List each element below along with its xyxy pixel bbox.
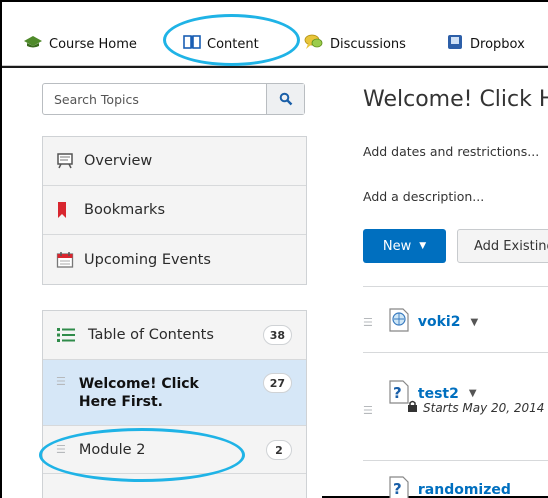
quick-links: Overview Bookmarks Upcoming Events: [42, 136, 307, 285]
search-icon: [279, 92, 292, 106]
course-navbar: Course Home Content Discussions Dropbox: [2, 2, 548, 66]
search-button[interactable]: [266, 84, 304, 114]
content-item-voki2[interactable]: ☰ voki2 ▼: [363, 308, 478, 336]
toc-module-next[interactable]: [43, 474, 306, 498]
bookmark-icon: [56, 201, 84, 219]
caret-down-icon: ▼: [419, 241, 427, 251]
content-item-title[interactable]: randomized: [418, 482, 511, 498]
divider: [363, 286, 548, 287]
page-title: Welcome! Click Here First.: [363, 87, 548, 112]
nav-label: Content: [207, 36, 259, 52]
count-badge: 38: [262, 325, 292, 345]
new-button[interactable]: New ▼: [363, 229, 446, 263]
toc-header[interactable]: Table of Contents 38: [43, 311, 306, 360]
lock-icon: [407, 400, 418, 415]
caret-down-icon[interactable]: ▼: [470, 317, 478, 328]
svg-text:?: ?: [393, 384, 402, 402]
divider: [363, 460, 548, 461]
discussions-icon: [304, 33, 324, 55]
drag-handle-icon[interactable]: ☰: [363, 316, 373, 329]
count-badge: 27: [262, 373, 292, 393]
svg-text:?: ?: [393, 480, 402, 498]
toc-module-2[interactable]: ☰ Module 2 2: [43, 426, 306, 474]
toc-sidebar: Overview Bookmarks Upcoming Events Table…: [2, 68, 322, 498]
toc-header-label: Table of Contents: [88, 327, 214, 343]
new-button-label: New: [382, 238, 412, 254]
content-item-title[interactable]: voki2: [418, 314, 461, 330]
calendar-icon: [56, 251, 84, 269]
sidebar-item-upcoming-events[interactable]: Upcoming Events: [43, 235, 306, 284]
table-of-contents: Table of Contents 38 ☰ Welcome! Click He…: [42, 310, 307, 498]
toc-module-welcome[interactable]: ☰ Welcome! Click Here First. 27: [43, 360, 306, 426]
nav-discussions[interactable]: Discussions: [304, 34, 406, 54]
availability-note: Starts May 20, 2014: [407, 400, 544, 415]
sidebar-item-label: Overview: [84, 153, 153, 169]
sidebar-item-label: Upcoming Events: [84, 251, 211, 268]
nav-dropbox[interactable]: Dropbox: [446, 34, 525, 54]
caret-down-icon[interactable]: ▼: [469, 388, 477, 399]
dropbox-icon: [446, 33, 464, 55]
toc-module-label: Welcome! Click Here First.: [78, 376, 199, 410]
search-box: [42, 83, 305, 115]
add-existing-button[interactable]: Add Existing Activities: [457, 229, 548, 263]
main-content: Welcome! Click Here First. Add dates and…: [322, 68, 548, 498]
sidebar-item-bookmarks[interactable]: Bookmarks: [43, 186, 306, 235]
drag-handle-icon[interactable]: ☰: [56, 443, 66, 456]
nav-content[interactable]: Content: [183, 34, 259, 54]
quiz-icon: ?: [388, 476, 410, 498]
toc-module-label: Module 2: [78, 441, 146, 458]
content-item-randomized[interactable]: ☰ ? randomized: [363, 476, 511, 498]
add-dates-link[interactable]: Add dates and restrictions...: [363, 144, 539, 159]
nav-label: Dropbox: [470, 36, 525, 52]
drag-handle-icon[interactable]: ☰: [363, 404, 373, 417]
web-link-icon: [388, 308, 410, 336]
divider: [363, 352, 548, 353]
sidebar-item-overview[interactable]: Overview: [43, 137, 306, 186]
sidebar-item-label: Bookmarks: [84, 202, 166, 218]
availability-text: Starts May 20, 2014: [423, 400, 545, 415]
add-description-link[interactable]: Add a description...: [363, 189, 484, 204]
count-badge: 2: [266, 440, 292, 460]
search-input[interactable]: [43, 84, 265, 114]
nav-label: Course Home: [49, 36, 137, 52]
drag-handle-icon[interactable]: ☰: [56, 375, 66, 388]
list-icon: [56, 327, 88, 343]
add-existing-label: Add Existing Activities: [474, 238, 548, 254]
nav-course-home[interactable]: Course Home: [23, 34, 137, 54]
overview-icon: [56, 152, 84, 170]
nav-label: Discussions: [330, 36, 406, 52]
course-home-icon: [23, 34, 43, 54]
content-book-icon: [183, 34, 201, 54]
